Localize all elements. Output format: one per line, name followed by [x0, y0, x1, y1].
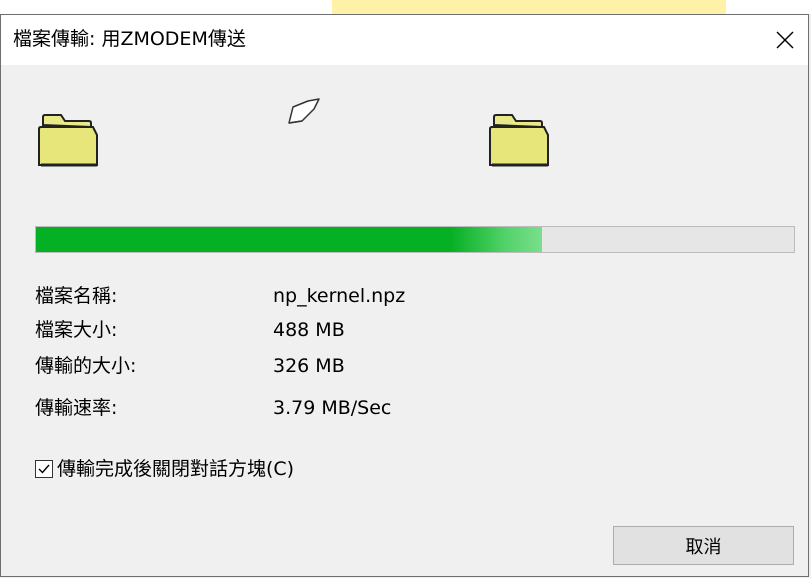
- filename-value: np_kernel.npz: [273, 285, 406, 307]
- close-button[interactable]: [762, 15, 808, 65]
- close-on-complete-option[interactable]: 傳輸完成後關閉對話方塊(C): [35, 454, 294, 484]
- destination-folder-icon: [489, 114, 549, 167]
- cancel-button[interactable]: 取消: [613, 526, 794, 565]
- filename-label: 檔案名稱:: [35, 285, 118, 307]
- close-icon: [776, 31, 794, 49]
- file-transfer-dialog: 檔案傳輸: 用ZMODEM傳送 檔案名稱: np_kernel.npz 檔案大小…: [0, 14, 809, 577]
- transferred-value: 326 MB: [273, 355, 345, 377]
- source-folder-icon: [38, 114, 98, 167]
- paper-icon: [288, 98, 320, 124]
- close-on-complete-checkbox[interactable]: [35, 460, 53, 478]
- filesize-label: 檔案大小:: [35, 319, 118, 341]
- rate-value: 3.79 MB/Sec: [273, 397, 392, 419]
- rate-label: 傳輸速率:: [35, 397, 118, 419]
- checkmark-icon: [38, 464, 50, 474]
- title-bar: 檔案傳輸: 用ZMODEM傳送: [1, 15, 808, 65]
- filesize-value: 488 MB: [273, 319, 345, 341]
- transferred-label: 傳輸的大小:: [35, 355, 137, 377]
- background-highlight: [332, 0, 726, 14]
- close-on-complete-label: 傳輸完成後關閉對話方塊(C): [57, 458, 295, 480]
- transfer-progress-bar: [35, 226, 795, 253]
- progress-fill: [36, 227, 543, 252]
- dialog-title: 檔案傳輸: 用ZMODEM傳送: [13, 28, 246, 50]
